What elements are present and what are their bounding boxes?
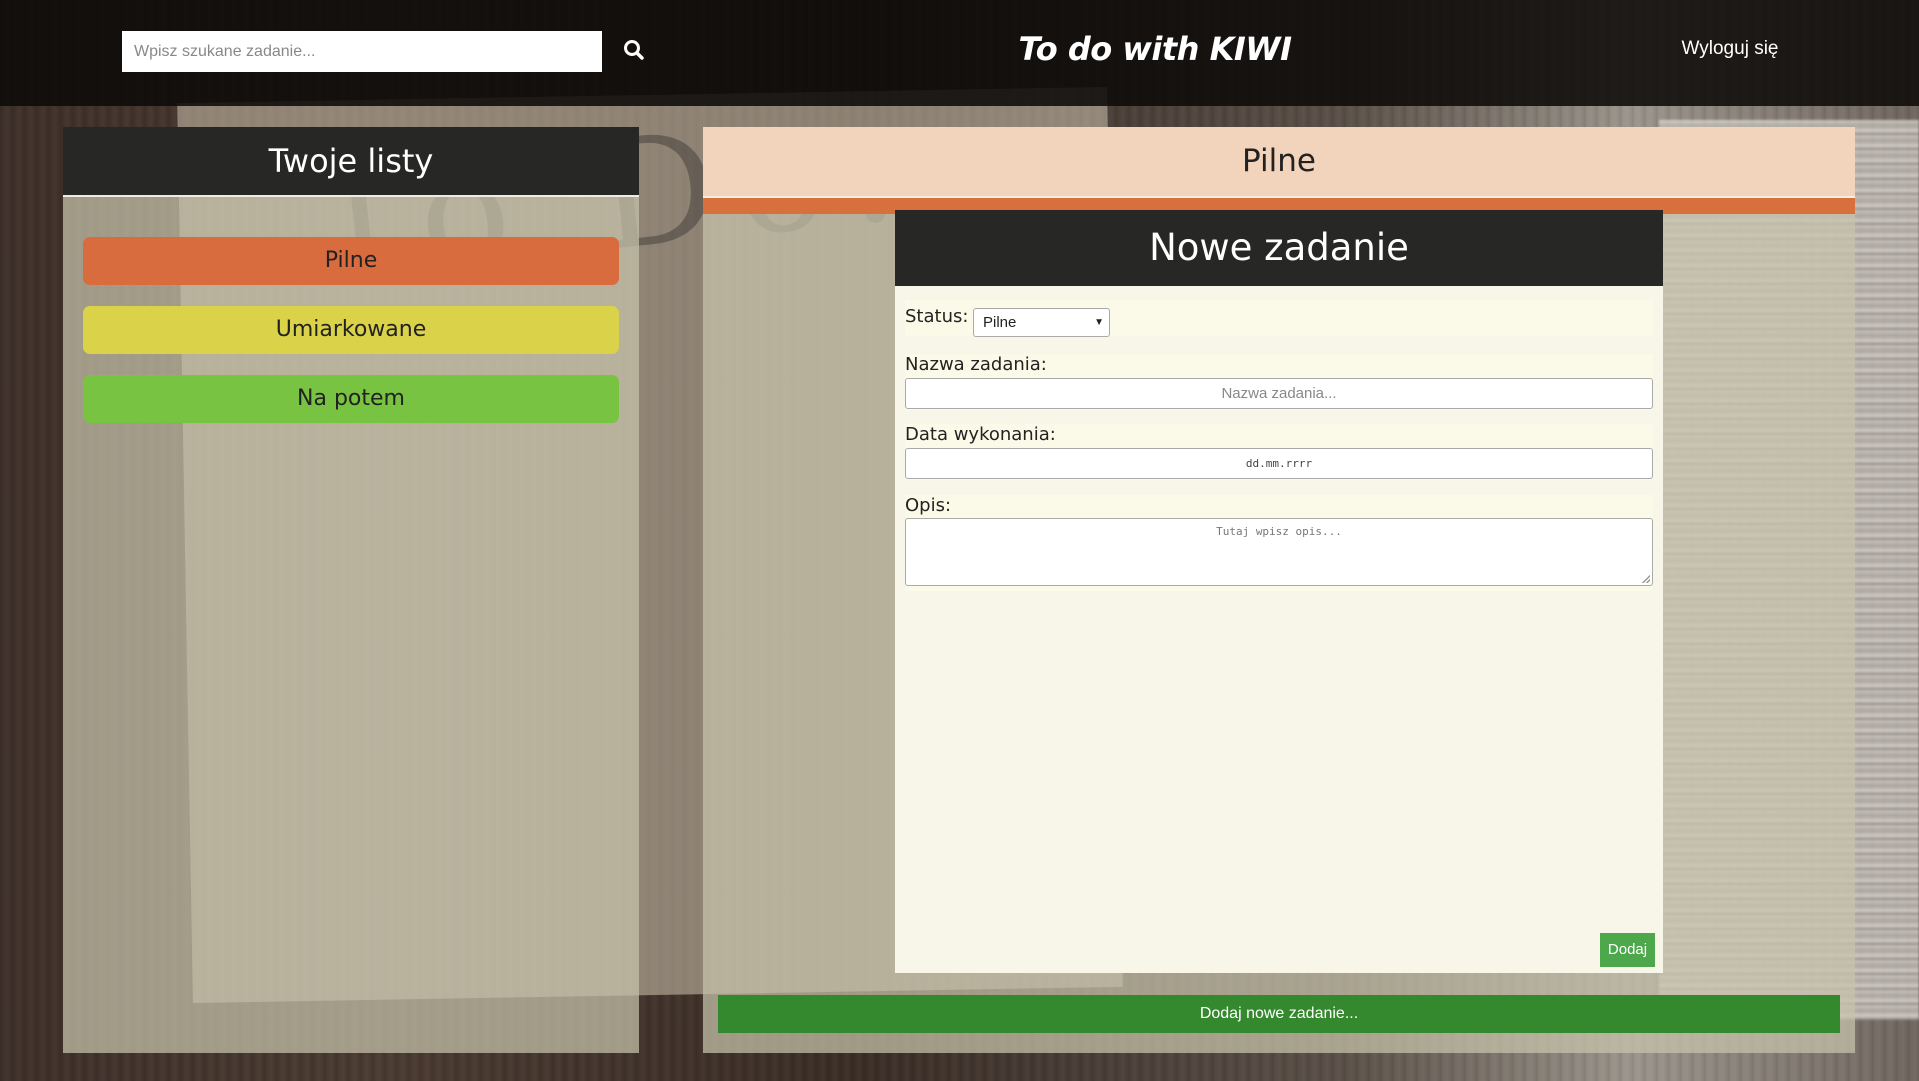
search-icon <box>624 40 644 60</box>
status-label: Status: <box>905 306 969 327</box>
task-name-input[interactable]: Nazwa zadania... <box>905 378 1653 409</box>
lists-panel: Twoje listy Pilne Umiarkowane Na potem <box>63 127 639 1053</box>
list-item-umiarkowane[interactable]: Umiarkowane <box>83 306 619 354</box>
due-date-input[interactable]: dd.mm.rrrr <box>905 448 1653 479</box>
list-item-pilne[interactable]: Pilne <box>83 237 619 285</box>
new-task-form: Nowe zadanie Status: Pilne ▼ Nazwa zadan… <box>895 210 1663 973</box>
status-select[interactable]: Pilne ▼ <box>973 308 1110 337</box>
task-name-row: Nazwa zadania: Nazwa zadania... <box>905 354 1653 410</box>
description-textarea[interactable]: Tutaj wpisz opis... <box>905 518 1653 586</box>
search-button[interactable] <box>620 36 650 66</box>
status-value: Pilne <box>983 314 1017 331</box>
description-label: Opis: <box>905 495 952 516</box>
due-date-row: Data wykonania: dd.mm.rrrr <box>905 424 1653 480</box>
description-row: Opis: Tutaj wpisz opis... <box>905 495 1653 591</box>
due-date-label: Data wykonania: <box>905 424 1056 445</box>
tasks-panel: Pilne Nowe zadanie Status: Pilne ▼ Nazwa… <box>703 127 1855 1053</box>
logout-link[interactable]: Wyloguj się <box>1660 38 1800 60</box>
top-navbar: To do with KIWI Wyloguj się <box>0 0 1919 106</box>
task-name-label: Nazwa zadania: <box>905 354 1047 375</box>
chevron-down-icon: ▼ <box>1094 317 1104 328</box>
lists-panel-title: Twoje listy <box>63 127 639 197</box>
form-title: Nowe zadanie <box>895 210 1663 286</box>
list-title: Pilne <box>703 127 1855 198</box>
app-title: To do with KIWI <box>1018 30 1292 68</box>
add-button[interactable]: Dodaj <box>1600 933 1655 967</box>
status-row: Status: Pilne ▼ <box>905 300 1653 337</box>
add-new-task-button[interactable]: Dodaj nowe zadanie... <box>718 995 1840 1033</box>
list-item-na-potem[interactable]: Na potem <box>83 375 619 423</box>
description-placeholder: Tutaj wpisz opis... <box>1216 525 1342 538</box>
search-input[interactable] <box>122 31 602 72</box>
resize-handle-icon[interactable] <box>1642 575 1650 583</box>
